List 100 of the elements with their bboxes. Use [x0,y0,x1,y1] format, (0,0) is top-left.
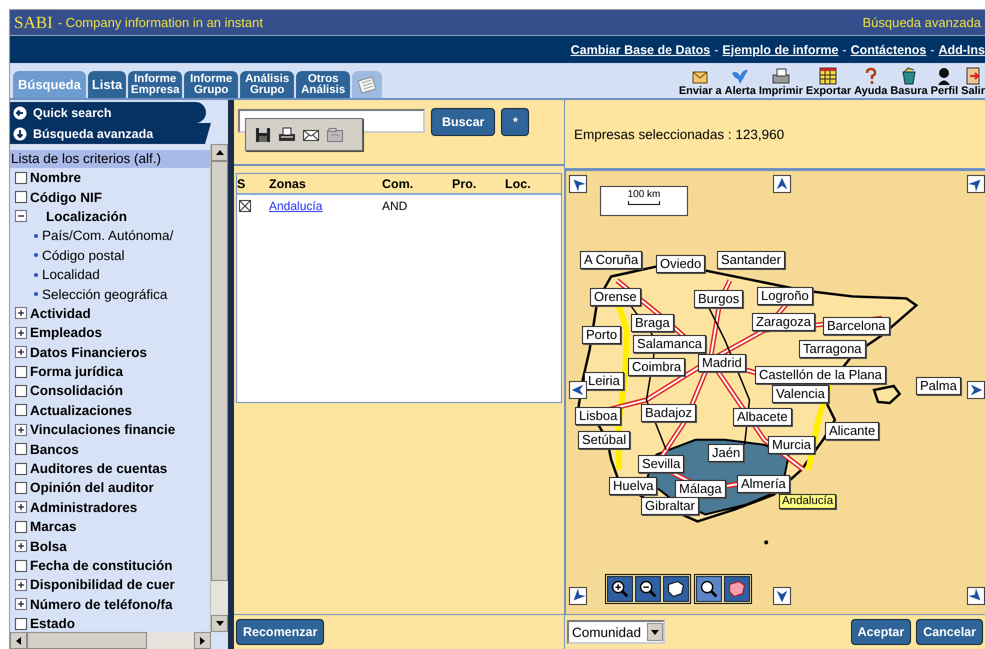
toolbar-button[interactable]: Exportar [806,67,852,97]
nav-link[interactable]: Add-Ins [938,42,985,56]
toolbar-button[interactable]: Perfil [930,67,958,97]
plus-icon[interactable] [15,346,27,358]
bullet-icon [34,234,38,238]
criterion-label[interactable]: Disponibilidad de cuer [30,577,175,592]
criterion-label[interactable]: Empleados [30,325,102,340]
zoom-out-icon[interactable] [635,576,661,602]
search-button[interactable]: Buscar [431,108,496,136]
toolbar-button[interactable]: Imprimir [758,67,803,97]
scroll-right-button[interactable] [194,632,211,649]
criterion-label[interactable]: Marcas [30,519,77,534]
scroll-up-button[interactable] [211,144,228,161]
plus-icon[interactable] [15,501,27,514]
criterion-label[interactable]: Código postal [42,248,125,263]
level-dropdown[interactable]: Comunidad [567,620,666,644]
accept-button[interactable]: Aceptar [850,619,912,645]
criterion-label[interactable]: Vinculaciones financie [30,422,176,438]
dropdown-button[interactable] [647,623,664,641]
city-label: Alicante [825,422,880,440]
criterion-checkbox[interactable] [15,172,27,184]
criterion-checkbox[interactable] [15,443,27,456]
scroll-left-button[interactable] [10,632,27,649]
city-label: Lisboa [575,407,622,425]
zoom-in-icon[interactable] [607,576,633,602]
city-label: Almería [737,475,790,493]
nav-link[interactable]: Ejemplo de informe [722,42,838,56]
tab[interactable]: Informe Grupo [184,71,238,98]
cancel-button[interactable]: Cancelar [916,619,983,645]
city-label: Logroño [757,287,813,305]
scroll-down-button[interactable] [211,615,228,632]
city-label: Gibraltar [641,497,699,515]
criterion-label[interactable]: Opinión del auditor [30,480,154,496]
printer-icon[interactable] [278,126,296,144]
toolbar-button[interactable]: Alerta [724,67,756,97]
toolbar-button[interactable]: Salir [961,67,985,97]
criterion-checkbox[interactable] [15,384,27,397]
criterion-label[interactable]: Bancos [30,442,79,457]
star-button[interactable]: * [501,108,530,136]
criterion-label[interactable]: Localidad [42,267,100,282]
right-arrow-icon [200,636,205,644]
criterion-checkbox[interactable] [15,560,27,572]
city-label: Salamanca [633,335,706,353]
criterion-label[interactable]: Datos Financieros [30,344,148,360]
newspaper-tab[interactable] [352,71,382,98]
scroll-thumb[interactable] [27,632,147,649]
criterion-label[interactable]: Fecha de constitución [30,558,173,573]
tab[interactable]: Informe Empresa [128,71,182,98]
nav-link[interactable]: Contáctenos [850,42,926,56]
criterion-checkbox[interactable] [15,462,27,475]
city-label: Leiria [584,372,624,390]
vertical-scrollbar[interactable] [210,144,228,632]
toolbar-button[interactable]: Enviar a [678,67,722,97]
toolbar-button[interactable]: Ayuda [854,67,888,97]
criterion-checkbox[interactable] [15,404,27,416]
zone-link[interactable]: Andalucía [269,199,322,213]
plus-icon[interactable] [15,424,27,436]
plus-icon[interactable] [15,326,27,339]
criterion-label[interactable]: Localización [46,208,128,224]
criterion-checkbox[interactable] [15,366,27,378]
scroll-thumb[interactable] [211,161,228,581]
criterion-label[interactable]: Estado [30,616,76,632]
criterion-label[interactable]: Bolsa [30,538,67,554]
criterion-label[interactable]: Administradores [30,500,138,515]
criterion-label[interactable]: Actualizaciones [30,402,132,418]
city-label: Valencia [772,385,829,403]
plus-icon[interactable] [15,578,27,591]
criterion-label[interactable]: Auditores de cuentas [30,461,168,476]
criterion-checkbox[interactable] [15,191,27,204]
criterion-label[interactable]: Selección geográfica [42,286,168,302]
advanced-search-header[interactable]: Búsqueda avanzada [10,123,211,144]
zoom-region-icon[interactable] [696,576,722,602]
criterion-label[interactable]: Nombre [30,170,82,186]
tab[interactable]: Lista [88,71,126,98]
criterion-label[interactable]: Actividad [30,306,91,321]
criterion-checkbox[interactable] [15,618,27,630]
criterion-checkbox[interactable] [15,482,27,494]
tab[interactable]: Otros Análisis [296,71,350,98]
criterion-label[interactable]: Forma jurídica [30,364,124,380]
minus-icon[interactable] [15,210,27,222]
criterion-label[interactable]: Consolidación [30,383,124,398]
horizontal-scrollbar[interactable] [10,632,211,649]
criterion-label[interactable]: País/Com. Autónoma/ [42,228,174,244]
row-checkbox[interactable] [239,200,251,212]
nav-link[interactable]: Cambiar Base de Datos [570,42,710,56]
criterion-checkbox[interactable] [15,520,27,533]
plus-icon[interactable] [15,307,27,320]
link-separator: - [842,42,847,56]
criterion-label[interactable]: Código NIF [30,190,102,205]
plus-icon[interactable] [15,598,27,610]
city-label: Huelva [609,477,658,495]
criterion-label[interactable]: Número de teléfono/fa [30,596,173,612]
restart-button[interactable]: Recomenzar [236,619,324,645]
criteria-list-title: Lista de los criterios (alf.) [10,150,210,168]
plus-icon[interactable] [15,540,27,552]
toolbar-button[interactable]: Basura [890,67,928,97]
tab[interactable]: Análisis Grupo [240,71,294,98]
city-label: Murcia [768,436,816,454]
folder-icon[interactable] [326,126,344,144]
quick-search-header[interactable]: Quick search [10,102,206,123]
